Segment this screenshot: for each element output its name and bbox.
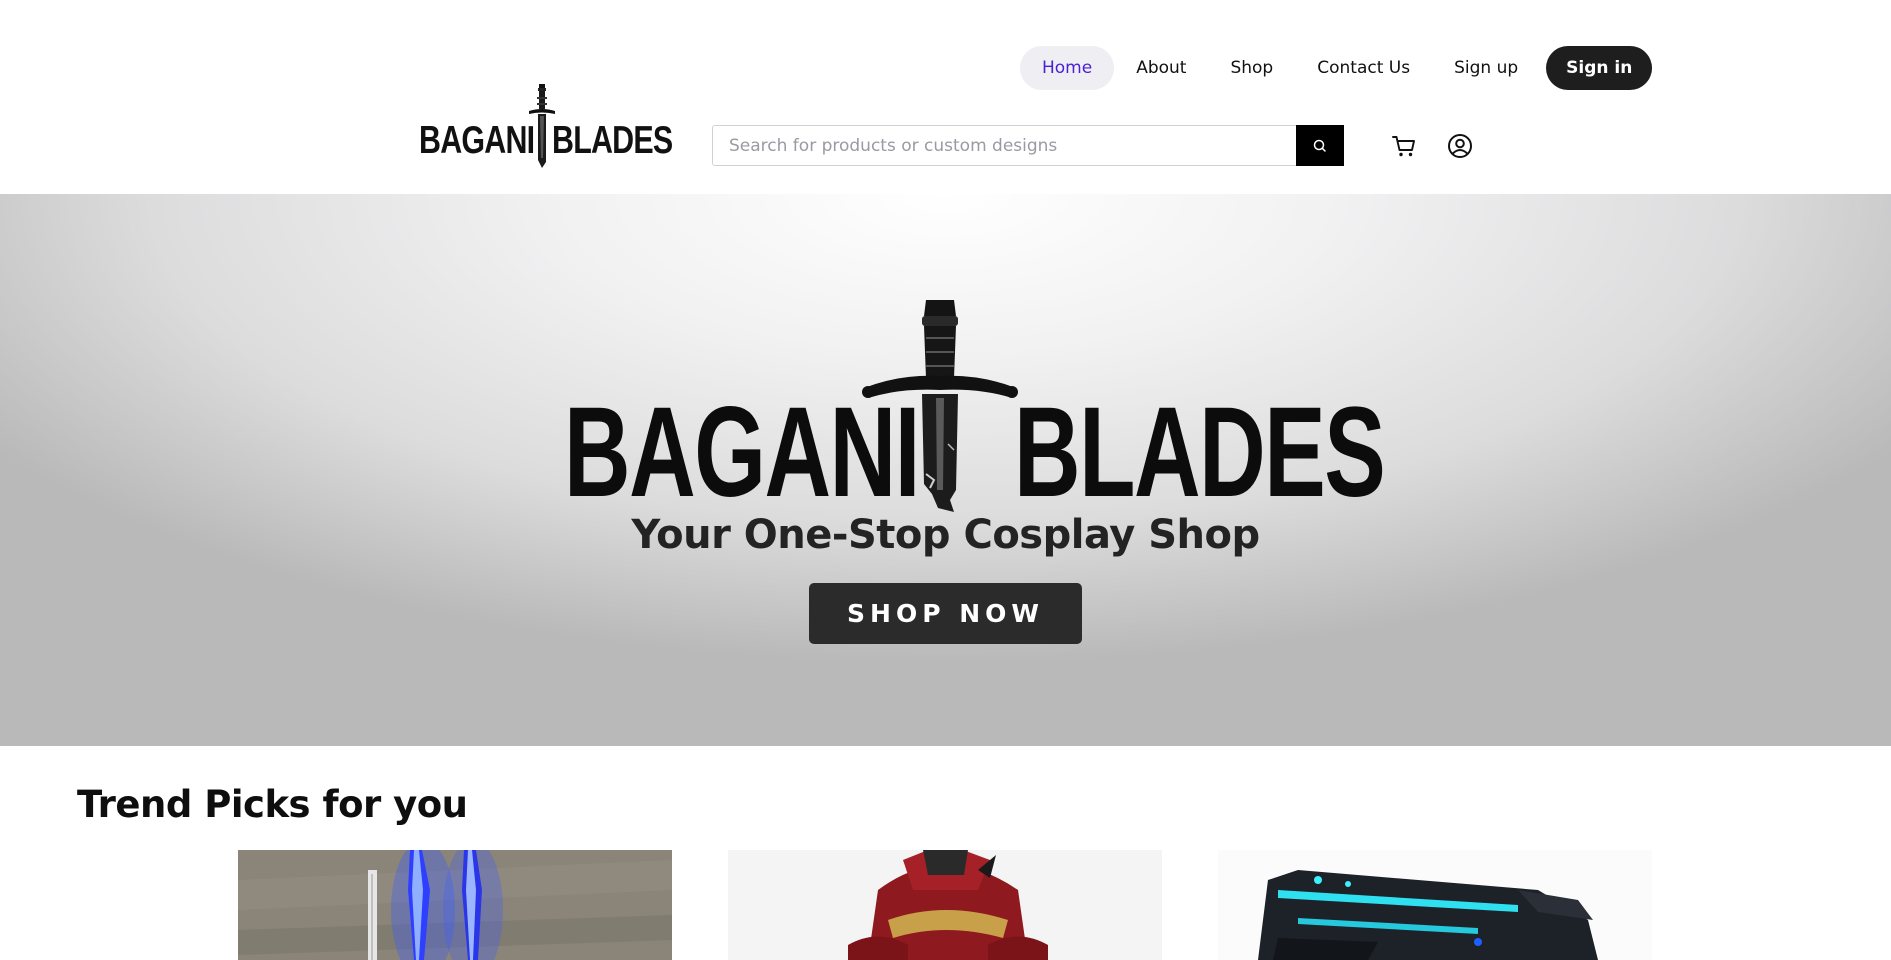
cart-button[interactable] (1389, 131, 1419, 161)
user-circle-icon (1448, 134, 1472, 158)
site-logo[interactable]: BAGANI BLADES (418, 84, 673, 168)
logo-word-left: BAGANI (419, 119, 535, 162)
search-icon (1313, 139, 1326, 152)
product-card[interactable] (238, 850, 672, 960)
glowing-blue-sword-image (238, 850, 672, 960)
red-armor-helmet-image (728, 850, 1162, 960)
search-bar (712, 125, 1344, 166)
hero-logo-word-right: BLADES (1014, 381, 1386, 524)
nav-home[interactable]: Home (1020, 46, 1115, 90)
cyan-neon-blaster-image (1218, 850, 1652, 960)
site-header: Home About Shop Contact Us Sign up Sign … (0, 0, 1891, 194)
nav-about[interactable]: About (1114, 46, 1208, 90)
hero-banner: BAGANI BLADES Your One-Stop Cosplay Shop… (0, 194, 1891, 746)
search-input[interactable] (712, 125, 1296, 166)
nav-sign-up[interactable]: Sign up (1432, 46, 1540, 90)
logo-word-right: BLADES (552, 119, 673, 162)
top-navigation: Home About Shop Contact Us Sign up Sign … (1020, 46, 1653, 90)
hero-logo: BAGANI BLADES (560, 294, 1386, 517)
search-button[interactable] (1296, 125, 1344, 166)
nav-shop[interactable]: Shop (1208, 46, 1295, 90)
nav-contact-us[interactable]: Contact Us (1295, 46, 1432, 90)
account-button[interactable] (1445, 131, 1475, 161)
shop-now-button[interactable]: SHOP NOW (809, 583, 1082, 644)
product-card[interactable] (1218, 850, 1652, 960)
trend-picks-title: Trend Picks for you (77, 783, 468, 826)
hero-tagline: Your One-Stop Cosplay Shop (631, 512, 1260, 558)
sign-in-button[interactable]: Sign in (1546, 46, 1653, 90)
cart-icon (1392, 136, 1415, 157)
hero-dagger-icon (862, 300, 1018, 512)
product-card[interactable] (728, 850, 1162, 960)
